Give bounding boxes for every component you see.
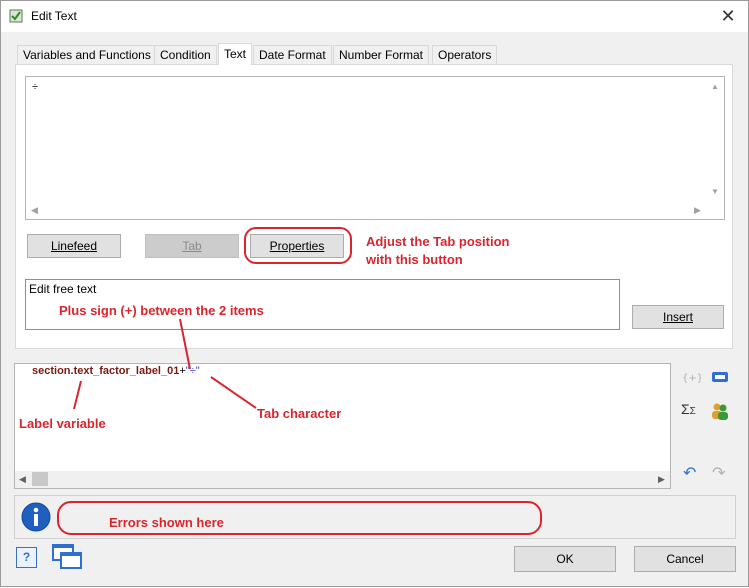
ok-button[interactable]: OK — [514, 546, 616, 572]
info-icon — [21, 502, 51, 535]
annotation-label-variable: Label variable — [19, 416, 106, 431]
annotation-errors: Errors shown here — [109, 515, 224, 530]
help-icon[interactable]: ? — [16, 547, 37, 568]
field-icon[interactable] — [710, 367, 730, 387]
sigma-sub-glyph: Σ — [689, 406, 696, 417]
annotation-tab-character: Tab character — [257, 406, 342, 421]
cancel-button[interactable]: Cancel — [634, 546, 736, 572]
users-icon[interactable] — [710, 401, 730, 421]
tab-text[interactable]: Text — [218, 43, 253, 65]
undo-icon[interactable]: ↶ — [683, 463, 703, 483]
edit-text-dialog: Edit Text ✕ Variables and Functions Cond… — [0, 0, 749, 587]
redo-icon[interactable]: ↷ — [712, 463, 732, 483]
svg-text:{+}: {+} — [682, 373, 701, 384]
bracket-icon[interactable]: {+} — [681, 367, 703, 387]
window-layout-icon[interactable] — [50, 543, 84, 574]
sigma-icon[interactable]: ΣΣ — [681, 401, 701, 421]
sigma-glyph: Σ — [681, 401, 690, 417]
